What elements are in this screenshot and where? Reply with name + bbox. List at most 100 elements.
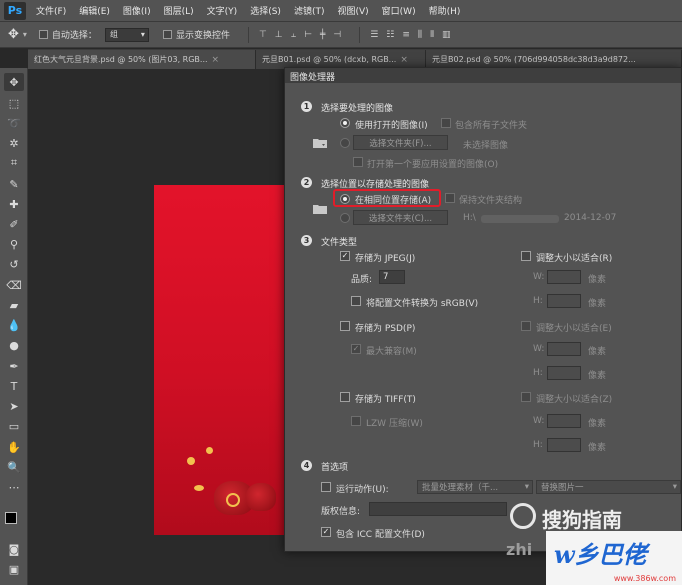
brush-tool-icon[interactable]: ✐ xyxy=(4,215,24,233)
clone-stamp-icon[interactable]: ⚲ xyxy=(4,235,24,253)
rectangle-tool-icon[interactable]: ▭ xyxy=(4,417,24,435)
action-set-dropdown[interactable]: 批量处理素材（千... ▾ xyxy=(417,480,533,494)
distribute-right-icon[interactable]: ▥ xyxy=(442,30,451,40)
align-left-icon[interactable]: ⊢ xyxy=(304,30,312,40)
show-transform-label: 显示变换控件 xyxy=(175,31,230,41)
auto-select-dropdown[interactable]: 组 ▾ xyxy=(104,27,149,42)
move-tool-icon[interactable]: ✥ xyxy=(4,73,24,91)
save-same-location-label: 在相同位置存储(A) xyxy=(355,196,432,206)
menu-file[interactable]: 文件(F) xyxy=(36,4,66,17)
resize-psd-checkbox[interactable] xyxy=(521,321,531,331)
tiff-width-input[interactable] xyxy=(547,414,581,428)
psd-height-input[interactable] xyxy=(547,366,581,380)
lzw-compression-checkbox[interactable] xyxy=(351,416,361,426)
hand-tool-icon[interactable]: ✋ xyxy=(4,438,24,456)
menu-image[interactable]: 图像(I) xyxy=(123,4,151,17)
foreground-color-swatch[interactable] xyxy=(5,512,17,524)
save-as-psd-checkbox[interactable] xyxy=(340,321,350,331)
select-dest-folder-button[interactable]: 选择文件夹(C)... xyxy=(353,210,448,225)
close-icon[interactable]: × xyxy=(212,55,220,65)
psd-width-input[interactable] xyxy=(547,342,581,356)
distribute-bottom-icon[interactable]: ≡ xyxy=(402,30,410,40)
distribute-horizontal-icon[interactable]: ⦀ xyxy=(430,30,434,40)
distribute-top-icon[interactable]: ☰ xyxy=(370,30,378,40)
align-top-icon[interactable]: ⊤ xyxy=(259,30,267,40)
blur-tool-icon[interactable]: 💧 xyxy=(4,316,24,334)
destination-date-text: 2014-12-07 xyxy=(564,213,617,223)
chevron-down-icon[interactable]: ▾ xyxy=(23,30,27,39)
resize-tiff-label: 调整大小以适合(Z) xyxy=(536,395,613,405)
save-as-psd-label: 存储为 PSD(P) xyxy=(355,324,416,334)
menu-help[interactable]: 帮助(H) xyxy=(429,4,461,17)
psd-height-label: H: xyxy=(533,368,543,378)
menu-edit[interactable]: 编辑(E) xyxy=(79,4,110,17)
psd-width-unit: 像素 xyxy=(588,347,607,357)
maximize-compatibility-checkbox[interactable]: ✓ xyxy=(351,344,361,354)
run-action-checkbox[interactable] xyxy=(321,482,331,492)
lasso-tool-icon[interactable]: ➰ xyxy=(4,114,24,132)
select-folder-radio[interactable] xyxy=(340,138,350,148)
more-tools-icon[interactable]: ⋯ xyxy=(4,478,24,496)
marquee-tool-icon[interactable]: ⬚ xyxy=(4,94,24,112)
open-first-image-label: 打开第一个要应用设置的图像(O) xyxy=(367,160,499,170)
resize-jpeg-checkbox[interactable] xyxy=(521,251,531,261)
menu-layer[interactable]: 图层(L) xyxy=(164,4,194,17)
resize-tiff-checkbox[interactable] xyxy=(521,392,531,402)
align-center-icon[interactable]: ╪ xyxy=(320,30,325,40)
eyedropper-icon[interactable]: ✎ xyxy=(4,175,24,193)
align-right-icon[interactable]: ⊣ xyxy=(333,30,341,40)
select-source-folder-button[interactable]: 选择文件夹(F)... xyxy=(353,135,448,150)
convert-srgb-checkbox[interactable] xyxy=(351,296,361,306)
tiff-height-input[interactable] xyxy=(547,438,581,452)
quality-label: 品质: xyxy=(351,275,373,285)
action-dropdown[interactable]: 替换图片一 ▾ xyxy=(536,480,681,494)
move-tool-icon[interactable]: ✥ xyxy=(8,27,19,42)
quick-mask-icon[interactable]: ◙ xyxy=(4,540,24,558)
step-2-badge: 2 xyxy=(301,177,312,188)
eraser-tool-icon[interactable]: ⌫ xyxy=(4,276,24,294)
history-brush-icon[interactable]: ↺ xyxy=(4,255,24,273)
keep-folder-structure-checkbox[interactable] xyxy=(445,193,455,203)
select-dest-folder-radio[interactable] xyxy=(340,213,350,223)
copyright-input[interactable] xyxy=(369,502,507,516)
close-icon[interactable]: × xyxy=(400,55,408,65)
copyright-label: 版权信息: xyxy=(321,507,361,517)
tab-document-1[interactable]: 红色大气元旦背景.psd @ 50% (图片03, RGB... × xyxy=(28,50,256,69)
save-as-jpeg-label: 存储为 JPEG(J) xyxy=(355,254,416,264)
open-first-image-checkbox[interactable] xyxy=(353,157,363,167)
save-as-tiff-checkbox[interactable] xyxy=(340,392,350,402)
menu-select[interactable]: 选择(S) xyxy=(250,4,281,17)
folder-icon xyxy=(313,205,327,214)
gradient-tool-icon[interactable]: ▰ xyxy=(4,296,24,314)
healing-brush-icon[interactable]: ✚ xyxy=(4,195,24,213)
align-bottom-icon[interactable]: ⫠ xyxy=(291,30,296,40)
auto-select-checkbox[interactable] xyxy=(38,30,48,39)
crop-tool-icon[interactable]: ⌗ xyxy=(4,154,24,172)
menu-window[interactable]: 窗口(W) xyxy=(382,4,416,17)
use-open-images-radio[interactable] xyxy=(340,118,350,128)
screen-mode-icon[interactable]: ▣ xyxy=(4,560,24,578)
gold-ingot-graphic xyxy=(194,485,204,491)
distribute-center-icon[interactable]: ☷ xyxy=(386,30,394,40)
menu-filter[interactable]: 滤镜(T) xyxy=(294,4,325,17)
save-same-location-radio[interactable] xyxy=(340,194,350,204)
image-processor-dialog: 图像处理器 1 选择要处理的图像 使用打开的图像(I) 包含所有子文件夹 选择文… xyxy=(284,67,682,552)
include-subfolders-checkbox[interactable] xyxy=(441,118,451,128)
magic-wand-icon[interactable]: ✲ xyxy=(4,134,24,152)
path-selection-icon[interactable]: ➤ xyxy=(4,397,24,415)
align-middle-icon[interactable]: ⊥ xyxy=(275,30,283,40)
pen-tool-icon[interactable]: ✒ xyxy=(4,357,24,375)
save-as-jpeg-checkbox[interactable]: ✓ xyxy=(340,251,350,261)
auto-select-label: 自动选择： xyxy=(51,31,97,41)
jpeg-width-input[interactable] xyxy=(547,270,581,284)
distribute-left-icon[interactable]: ⫼ xyxy=(418,30,422,40)
zoom-tool-icon[interactable]: 🔍 xyxy=(4,458,24,476)
show-transform-checkbox[interactable] xyxy=(162,30,172,39)
menu-view[interactable]: 视图(V) xyxy=(337,4,368,17)
quality-input[interactable]: 7 xyxy=(379,270,405,284)
jpeg-height-input[interactable] xyxy=(547,294,581,308)
include-icc-checkbox[interactable]: ✓ xyxy=(321,527,331,537)
type-tool-icon[interactable]: T xyxy=(4,377,24,395)
dodge-tool-icon[interactable]: ● xyxy=(4,336,24,354)
menu-type[interactable]: 文字(Y) xyxy=(207,4,238,17)
